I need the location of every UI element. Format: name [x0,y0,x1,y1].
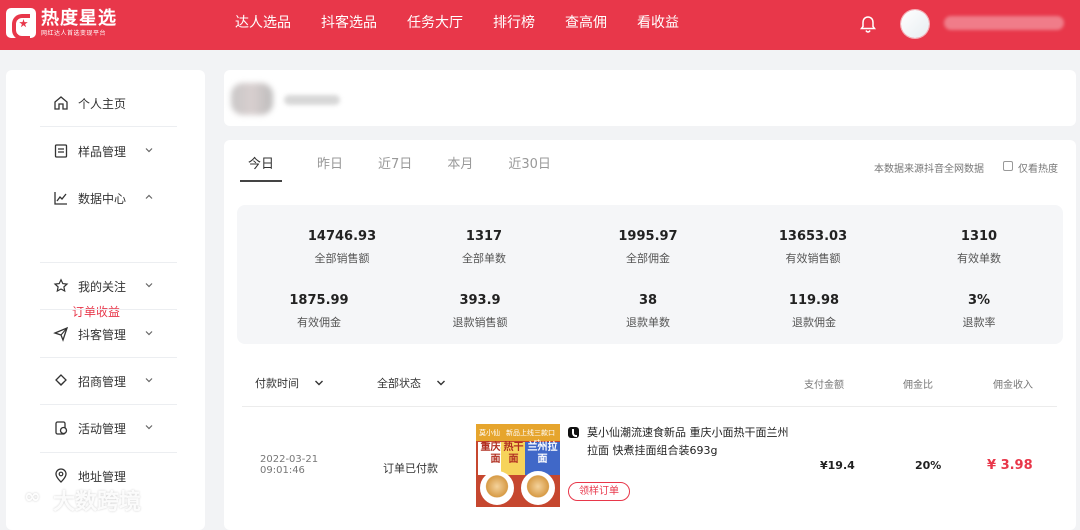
payment-time-filter[interactable]: 付款时间 [255,375,325,391]
activity-icon [55,421,68,435]
chevron-down-icon [145,331,153,336]
sidebar-item-data-center[interactable]: 数据中心 [6,175,205,221]
star-icon [53,278,69,293]
stat-total-sales: 14746.93 全部销售额 [307,229,377,265]
nav-douke-selection[interactable]: 抖客选品 [321,0,377,50]
logo-icon [6,8,36,40]
sidebar-divider [40,126,177,127]
chevron-down-icon [145,378,153,383]
bell-icon[interactable] [860,15,876,33]
brand-logo[interactable]: 热度星选 网红达人首选变现平台 [6,7,117,40]
pay-amount: ¥19.4 [820,459,855,472]
watermark-logo-icon [8,484,46,515]
product-title[interactable]: 莫小仙潮流速食新品 重庆小面热干面兰州拉面 快煮挂面组合装693g [587,424,792,460]
brand-title: 热度星选 [41,7,117,29]
sidebar-item-label: 样品管理 [78,144,127,159]
profile-card [224,70,1076,126]
send-icon [53,326,69,342]
nav-talent-selection[interactable]: 达人选品 [235,0,291,50]
sidebar-item-merchant[interactable]: 招商管理 [6,358,205,404]
sample-icon [54,144,68,158]
merchant-icon [55,374,67,386]
heat-only-checkbox[interactable] [1003,161,1013,171]
stat-refund-sales: 393.9 退款销售额 [452,293,508,329]
tab-today[interactable]: 今日 [240,153,283,182]
tiktok-icon [568,427,579,438]
chevron-down-icon [315,380,323,386]
sidebar-item-label: 数据中心 [78,191,127,206]
nav-earnings[interactable]: 看收益 [637,0,679,50]
user-name-blurred [944,16,1064,30]
heat-only-label[interactable]: 仅看热度 [1018,160,1058,175]
chevron-down-icon [145,148,153,153]
location-icon [55,468,67,483]
sidebar-item-douke[interactable]: 抖客管理 [6,311,205,357]
sidebar-item-label: 我的关注 [78,279,127,294]
sidebar-divider [40,309,177,310]
brand-subtitle: 网红达人首选变现平台 [41,29,107,37]
sidebar-item-label: 抖客管理 [78,327,127,342]
sidebar-item-label: 个人主页 [78,96,127,111]
user-avatar[interactable] [901,10,929,38]
date-tabs: 今日 昨日 近7日 本月 近30日 [240,153,586,182]
chevron-down-icon [437,380,445,386]
home-icon [54,96,68,110]
stat-refund-commission: 119.98 退款佣金 [788,293,840,329]
stat-valid-orders: 1310 有效单数 [957,229,1001,265]
commission-income: ¥ 3.98 [987,458,1033,473]
chevron-down-icon [145,425,153,430]
main-nav: 达人选品 抖客选品 任务大厅 排行榜 查高佣 看收益 [235,0,709,50]
data-source-note: 本数据来源抖音全网数据 [874,164,984,175]
nav-task-hall[interactable]: 任务大厅 [407,0,463,50]
profile-name-blurred [284,95,340,105]
sidebar-item-activity[interactable]: 活动管理 [6,405,205,451]
stats-panel: 14746.93 全部销售额 1317 全部单数 1995.97 全部佣金 13653… [237,205,1063,344]
tab-last-30-days[interactable]: 近30日 [508,153,551,182]
order-status: 订单已付款 [383,462,438,475]
tab-last-7-days[interactable]: 近7日 [378,153,412,182]
product-image[interactable]: 莫小仙 新品上线 三款口味 重庆小面 热干面 兰州拉面 [476,424,560,507]
tab-this-month[interactable]: 本月 [447,153,473,182]
commission-ratio: 20% [915,459,942,472]
sidebar-item-label: 地址管理 [78,469,127,484]
sidebar-item-home[interactable]: 个人主页 [6,80,205,126]
chevron-down-icon [145,283,153,288]
column-commission-income: 佣金收入 [993,380,1033,391]
chart-icon [54,192,67,205]
chevron-up-icon [145,194,153,199]
profile-avatar-blurred [231,83,273,115]
sidebar-item-label: 招商管理 [78,374,127,389]
watermark: 大数跨境 [8,484,141,516]
order-date-time: 2022-03-21 09:01:46 [260,454,319,476]
stat-valid-sales: 13653.03 有效销售额 [778,229,848,265]
column-pay-amount: 支付金额 [804,380,844,391]
stat-total-orders: 1317 全部单数 [462,229,506,265]
sample-order-badge: 领样订单 [568,482,630,501]
column-commission-ratio: 佣金比 [903,380,933,391]
nav-ranking[interactable]: 排行榜 [493,0,535,50]
sidebar-item-label: 活动管理 [78,421,127,436]
status-filter[interactable]: 全部状态 [377,375,447,391]
stat-refund-rate: 3% 退款率 [962,293,996,329]
sidebar-item-follows[interactable]: 我的关注 [6,263,205,309]
sidebar: 个人主页 样品管理 数据中心 订单收益 我的关注 抖客管理 招商管理 活动管理 [6,70,205,530]
table-header-divider [242,406,1057,407]
top-navigation: 热度星选 网红达人首选变现平台 达人选品 抖客选品 任务大厅 排行榜 查高佣 看… [0,0,1080,50]
tab-yesterday[interactable]: 昨日 [317,153,343,182]
sidebar-item-samples[interactable]: 样品管理 [6,128,205,174]
stat-refund-orders: 38 退款单数 [626,293,670,329]
stat-valid-commission: 1875.99 有效佣金 [289,293,349,329]
stat-total-commission: 1995.97 全部佣金 [618,229,678,265]
nav-high-commission[interactable]: 查高佣 [565,0,607,50]
